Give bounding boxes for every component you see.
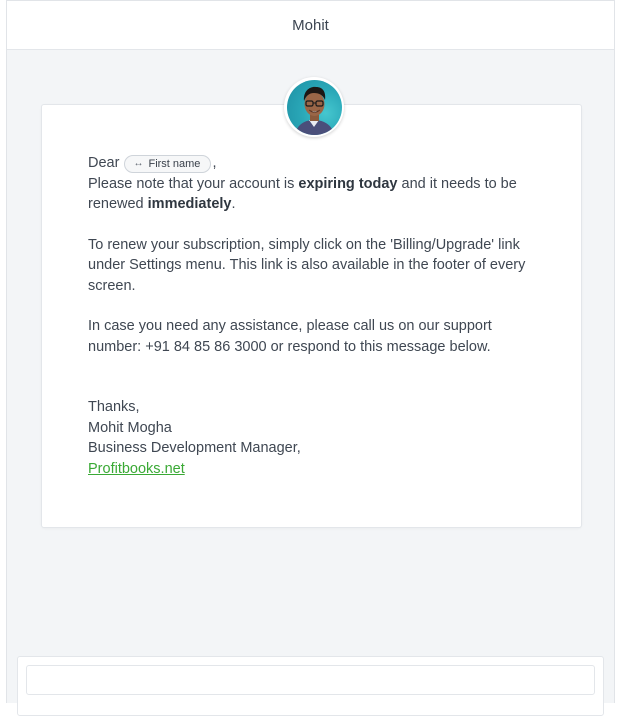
renew-instructions: To renew your subscription, simply click…	[88, 236, 526, 294]
avatar	[284, 77, 344, 137]
merge-tag-label: First name	[148, 158, 201, 170]
expiry-notice: Please note that your account is expirin…	[88, 175, 517, 213]
greeting-line: Dear ↔ First name ,	[88, 155, 217, 173]
reply-input[interactable]	[26, 665, 595, 695]
signature-thanks: Thanks,	[88, 399, 140, 415]
immediately-text: immediately	[147, 196, 232, 212]
message-card: Dear ↔ First name , Please note that you…	[41, 104, 582, 528]
first-name-merge-tag[interactable]: ↔ First name	[124, 155, 212, 173]
reply-box	[17, 656, 604, 716]
conversation-panel: Mohit Dear ↔ First name , Please note th…	[6, 0, 615, 716]
person-photo-icon	[286, 79, 342, 135]
contact-name: Mohit	[292, 16, 329, 34]
avatar-illustration	[294, 86, 334, 135]
profitbooks-link[interactable]: Profitbooks.net	[88, 461, 185, 477]
message-body: Dear ↔ First name , Please note that you…	[88, 153, 541, 479]
support-info: In case you need any assistance, please …	[88, 318, 492, 355]
merge-field-icon: ↔	[133, 158, 144, 169]
signature-name: Mohit Mogha	[88, 419, 172, 436]
signature-title: Business Development Manager,	[88, 440, 301, 456]
conversation-header: Mohit	[7, 0, 614, 50]
expiring-today-text: expiring today	[298, 175, 398, 192]
